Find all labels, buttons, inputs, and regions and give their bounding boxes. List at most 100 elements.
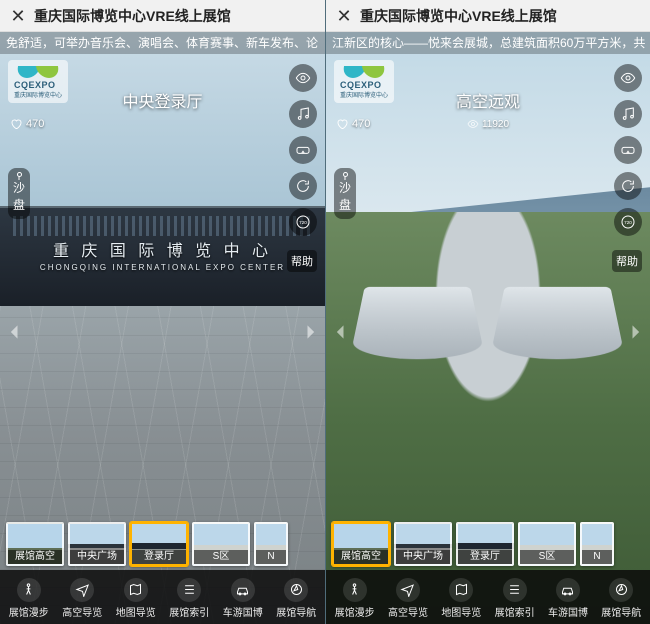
close-icon[interactable]: ✕ — [10, 8, 26, 24]
bottom-toolbar: 展馆漫步 高空导览 地图导览 展馆索引 车游国博 展馆导航 — [326, 570, 650, 624]
tool-map[interactable]: 地图导览 — [436, 578, 486, 619]
visibility-button[interactable] — [614, 64, 642, 92]
map-icon — [454, 582, 469, 597]
sandbox-chip[interactable]: 沙盘 — [334, 168, 356, 219]
vr-icon — [620, 142, 636, 158]
quality-button[interactable]: 720 — [614, 208, 642, 236]
tool-index[interactable]: 展馆索引 — [490, 578, 540, 619]
sandbox-label: 沙盘 — [13, 181, 25, 212]
tool-label: 高空导览 — [388, 604, 428, 619]
hd-icon: 720 — [295, 214, 311, 230]
likes-counter[interactable]: 470 — [10, 118, 44, 130]
logo-text: CQEXPO — [14, 80, 62, 90]
vr-button[interactable] — [289, 136, 317, 164]
tool-aerial[interactable]: 高空导览 — [57, 578, 107, 619]
map-icon — [128, 582, 143, 597]
pin-icon — [17, 172, 22, 177]
thumb-item[interactable]: 展馆高空 — [6, 522, 64, 566]
prev-arrow[interactable] — [328, 312, 354, 352]
svg-text:720: 720 — [299, 220, 307, 225]
tool-label: 展馆漫步 — [335, 604, 375, 619]
next-arrow[interactable] — [622, 312, 648, 352]
brand-logo[interactable]: CQEXPO 重庆国际博览中心 — [8, 60, 68, 103]
quality-button[interactable]: 720 — [289, 208, 317, 236]
thumb-label: S区 — [194, 550, 248, 564]
tool-walk[interactable]: 展馆漫步 — [4, 578, 54, 619]
thumb-item[interactable]: 登录厅 — [130, 522, 188, 566]
thumb-label: 展馆高空 — [334, 550, 388, 564]
building-caption: 重 庆 国 际 博 览 中 心 CHONGQING INTERNATIONAL … — [0, 237, 325, 272]
thumb-label: 中央广场 — [396, 550, 450, 564]
eye-icon — [295, 70, 311, 86]
thumb-label: N — [256, 550, 286, 564]
car-icon — [560, 582, 575, 597]
header-bar: ✕ 重庆国际博览中心VRE线上展馆 ⋯ — [0, 0, 325, 32]
rotate-icon — [620, 178, 636, 194]
next-arrow[interactable] — [297, 312, 323, 352]
thumb-item[interactable]: N — [254, 522, 288, 566]
music-button[interactable] — [289, 100, 317, 128]
tool-map[interactable]: 地图导览 — [111, 578, 161, 619]
sandbox-chip[interactable]: 沙盘 — [8, 168, 30, 219]
thumb-item[interactable]: 展馆高空 — [332, 522, 390, 566]
logo-mark-icon — [343, 64, 385, 78]
logo-text: CQEXPO — [340, 80, 388, 90]
plane-icon — [75, 582, 90, 597]
thumb-item[interactable]: S区 — [518, 522, 576, 566]
help-button[interactable]: 帮助 — [612, 250, 642, 272]
tool-label: 展馆索引 — [495, 604, 535, 619]
location-title: 高空远观 — [456, 88, 520, 112]
likes-counter[interactable]: 470 — [336, 118, 370, 130]
thumb-item[interactable]: 中央广场 — [68, 522, 126, 566]
help-button[interactable]: 帮助 — [287, 250, 317, 272]
walk-icon — [21, 582, 36, 597]
tool-index[interactable]: 展馆索引 — [164, 578, 214, 619]
tool-nav[interactable]: 展馆导航 — [271, 578, 321, 619]
location-title: 中央登录厅 — [122, 88, 202, 112]
tool-label: 车游国博 — [548, 604, 588, 619]
rotate-button[interactable] — [614, 172, 642, 200]
tool-car[interactable]: 车游国博 — [218, 578, 268, 619]
rotate-icon — [295, 178, 311, 194]
pin-icon — [343, 172, 348, 177]
sandbox-label: 沙盘 — [339, 181, 351, 212]
pane-right: ✕ 重庆国际博览中心VRE线上展馆 ⋯ 江新区的核心——悦来会展城，总建筑面积6… — [325, 0, 650, 624]
thumb-label: S区 — [520, 550, 574, 564]
views-counter: 11920 — [467, 118, 509, 130]
plane-icon — [400, 582, 415, 597]
hd-icon: 720 — [620, 214, 636, 230]
tool-car[interactable]: 车游国博 — [543, 578, 593, 619]
help-label: 帮助 — [291, 256, 313, 268]
eye-icon — [467, 118, 479, 130]
bottom-toolbar: 展馆漫步 高空导览 地图导览 展馆索引 车游国博 展馆导航 — [0, 570, 325, 624]
thumb-item[interactable]: N — [580, 522, 614, 566]
thumb-label: 中央广场 — [70, 550, 124, 564]
visibility-button[interactable] — [289, 64, 317, 92]
tool-label: 车游国博 — [223, 604, 263, 619]
tool-label: 展馆导航 — [601, 604, 641, 619]
rotate-button[interactable] — [289, 172, 317, 200]
tool-aerial[interactable]: 高空导览 — [383, 578, 433, 619]
thumbnail-strip: 展馆高空 中央广场 登录厅 S区 N — [326, 508, 650, 566]
thumb-label: 登录厅 — [458, 550, 512, 564]
likes-count: 470 — [352, 118, 370, 130]
close-icon[interactable]: ✕ — [336, 8, 352, 24]
tool-label: 展馆导航 — [276, 604, 316, 619]
music-button[interactable] — [614, 100, 642, 128]
vr-button[interactable] — [614, 136, 642, 164]
header-title: 重庆国际博览中心VRE线上展馆 — [34, 6, 231, 26]
tool-label: 地图导览 — [116, 604, 156, 619]
thumb-item[interactable]: S区 — [192, 522, 250, 566]
right-controls: 720 — [289, 64, 317, 236]
prev-arrow[interactable] — [2, 312, 28, 352]
pane-left: ✕ 重庆国际博览中心VRE线上展馆 ⋯ 免舒适，可举办音乐会、演唱会、体育赛事、… — [0, 0, 325, 624]
help-label: 帮助 — [616, 256, 638, 268]
car-icon — [235, 582, 250, 597]
tool-walk[interactable]: 展馆漫步 — [330, 578, 380, 619]
tool-nav[interactable]: 展馆导航 — [596, 578, 646, 619]
brand-logo[interactable]: CQEXPO 重庆国际博览中心 — [334, 60, 394, 103]
tool-label: 展馆索引 — [169, 604, 209, 619]
thumb-item[interactable]: 中央广场 — [394, 522, 452, 566]
thumb-label: N — [582, 550, 612, 564]
thumb-item[interactable]: 登录厅 — [456, 522, 514, 566]
